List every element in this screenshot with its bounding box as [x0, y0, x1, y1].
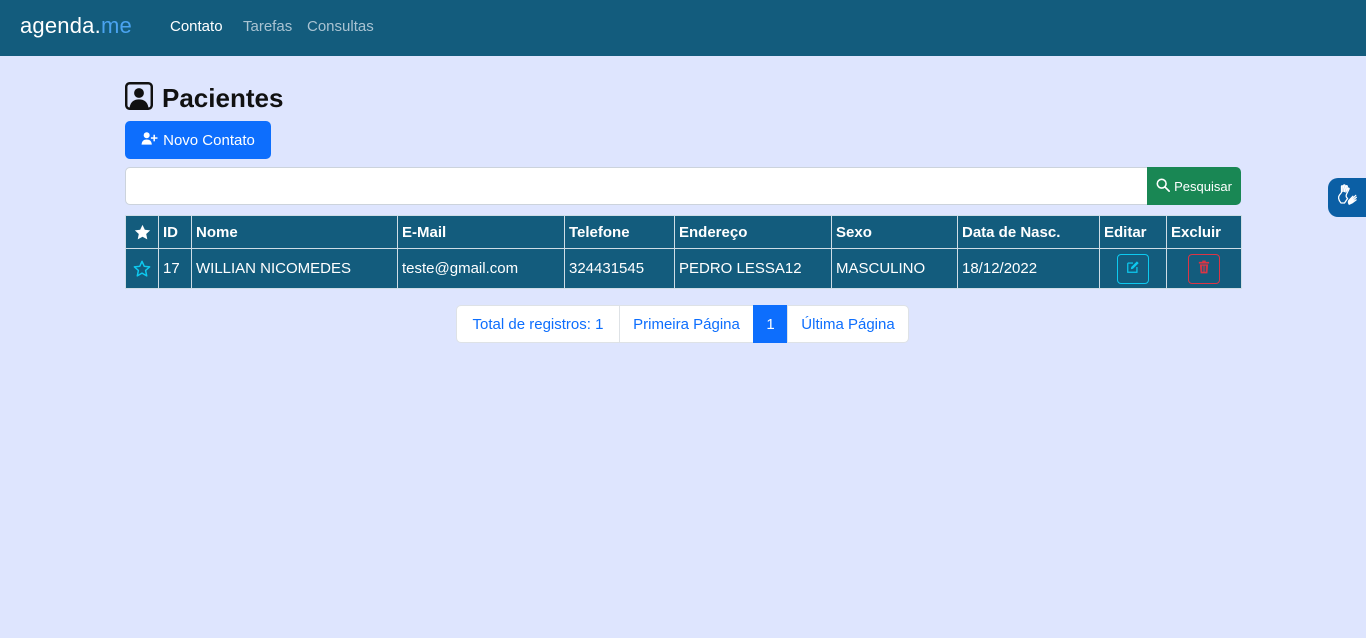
pencil-square-icon [1126, 260, 1140, 278]
sign-language-hands-icon [1335, 183, 1359, 212]
new-contact-button[interactable]: Novo Contato [125, 121, 271, 159]
header-sexo[interactable]: Sexo [831, 215, 958, 249]
nav-link-contato[interactable]: Contato [170, 18, 223, 35]
cell-delete [1166, 248, 1242, 289]
trash-icon [1198, 260, 1210, 278]
table-row: 17 WILLIAN NICOMEDES teste@gmail.com 324… [125, 248, 1242, 289]
cell-id: 17 [158, 248, 192, 289]
table-header-row: ID Nome E-Mail Telefone Endereço Sexo Da… [125, 215, 1242, 249]
header-nascimento[interactable]: Data de Nasc. [957, 215, 1100, 249]
search-button-label: Pesquisar [1174, 178, 1232, 194]
cell-edit [1099, 248, 1167, 289]
cell-sexo: MASCULINO [831, 248, 958, 289]
accessibility-widget-button[interactable] [1328, 178, 1366, 217]
cell-nascimento: 18/12/2022 [957, 248, 1100, 289]
header-nome[interactable]: Nome [191, 215, 398, 249]
header-telefone[interactable]: Telefone [564, 215, 675, 249]
brand-accent: me [100, 13, 132, 38]
patients-table: ID Nome E-Mail Telefone Endereço Sexo Da… [125, 215, 1242, 289]
cell-email: teste@gmail.com [397, 248, 565, 289]
star-filled-icon [134, 223, 151, 240]
header-email[interactable]: E-Mail [397, 215, 565, 249]
total-records: Total de registros: 1 [456, 305, 620, 343]
person-square-icon [124, 81, 154, 115]
page-title-text: Pacientes [162, 82, 284, 113]
edit-button[interactable] [1117, 253, 1149, 284]
brand-main: agenda. [20, 13, 101, 38]
search-input[interactable] [125, 167, 1148, 205]
star-outline-icon[interactable] [133, 259, 151, 277]
cell-telefone: 324431545 [564, 248, 675, 289]
page-1-link[interactable]: 1 [753, 305, 788, 343]
search-icon [1156, 178, 1174, 195]
top-navbar: agenda.me Contato Tarefas Consultas [0, 0, 1366, 56]
brand-logo[interactable]: agenda.me [20, 13, 132, 39]
new-contact-label: Novo Contato [163, 131, 255, 149]
nav-link-consultas[interactable]: Consultas [307, 18, 374, 35]
header-favorite [125, 215, 159, 249]
pagination: Total de registros: 1 Primeira Página 1 … [456, 305, 909, 343]
cell-nome: WILLIAN NICOMEDES [191, 248, 398, 289]
header-endereco[interactable]: Endereço [674, 215, 832, 249]
delete-button[interactable] [1188, 253, 1220, 284]
header-excluir: Excluir [1166, 215, 1242, 249]
cell-endereco: PEDRO LESSA12 [674, 248, 832, 289]
last-page-link[interactable]: Última Página [787, 305, 909, 343]
first-page-link[interactable]: Primeira Página [619, 305, 754, 343]
nav-link-tarefas[interactable]: Tarefas [243, 18, 292, 35]
page-title: Pacientes [124, 81, 284, 115]
search-button[interactable]: Pesquisar [1147, 167, 1241, 205]
header-editar: Editar [1099, 215, 1167, 249]
favorite-cell[interactable] [125, 248, 159, 289]
header-id[interactable]: ID [158, 215, 192, 249]
person-plus-icon [141, 131, 163, 150]
